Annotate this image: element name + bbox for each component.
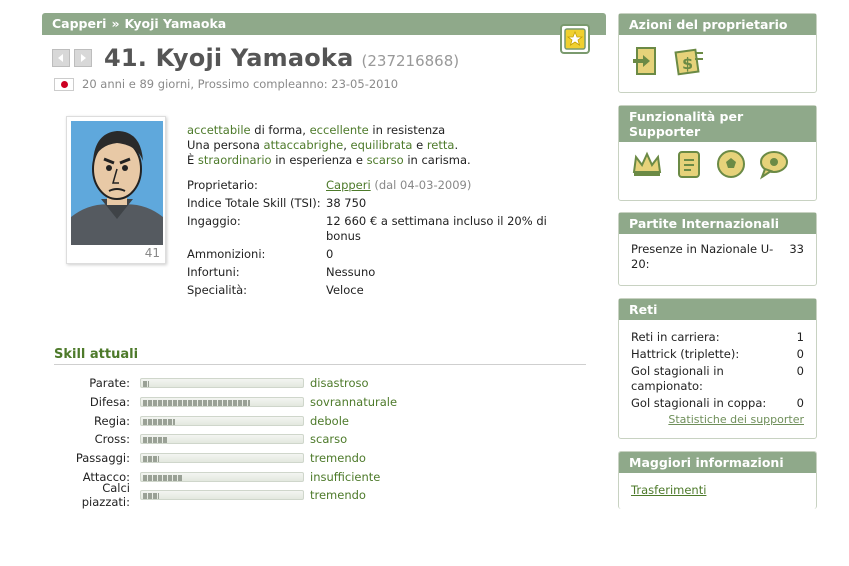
transfers-link[interactable]: Trasferimenti — [631, 483, 706, 497]
owner-actions-title: Azioni del proprietario — [619, 14, 816, 35]
skill-level[interactable]: disastroso — [310, 376, 369, 390]
supporter-panel: Funzionalità per Supporter — [618, 105, 817, 201]
skill-row-passing: Passaggi: tremendo — [75, 451, 366, 465]
skill-row-set-pieces: Calci piazzati: tremendo — [81, 481, 366, 509]
goals-row: Reti in carriera: 1 — [631, 330, 804, 344]
goals-title: Reti — [619, 299, 816, 320]
specialty-row: Specialità: Veloce — [187, 283, 364, 297]
personality-line: Una persona attaccabrighe, equilibrata e… — [187, 138, 459, 152]
wage-row: Ingaggio: 12 660 € a settimana incluso i… — [187, 214, 547, 243]
skill-row-defending: Difesa: sovrannaturale — [89, 395, 398, 409]
skill-bar — [140, 490, 304, 500]
international-title: Partite Internazionali — [619, 213, 816, 234]
arrow-left-icon — [58, 54, 63, 62]
skill-level[interactable]: scarso — [310, 432, 347, 446]
star-bookmark-icon[interactable] — [560, 24, 590, 54]
breadcrumb-separator: » — [111, 16, 120, 31]
skill-row-winger: Cross: scarso — [94, 432, 348, 446]
breadcrumb-team-link[interactable]: Capperi — [52, 16, 106, 31]
skill-level[interactable]: tremendo — [310, 488, 366, 502]
skill-bar — [140, 397, 304, 407]
caps-row: Presenze in Nazionale U-20: 33 — [631, 242, 804, 271]
breadcrumb-player: Kyoji Yamaoka — [124, 16, 227, 31]
skill-row-playmaking: Regia: debole — [94, 414, 349, 428]
skill-bar-fill — [143, 493, 159, 499]
breadcrumb: Capperi » Kyoji Yamaoka — [42, 13, 606, 35]
owner-link[interactable]: Capperi — [326, 178, 371, 192]
skill-bar — [140, 434, 304, 444]
skill-row-keeper: Parate: disastroso — [89, 376, 369, 390]
skill-bar — [140, 453, 304, 463]
more-info-title: Maggiori informazioni — [619, 452, 816, 473]
japan-flag-icon — [54, 77, 74, 91]
skills-title: Skill attuali — [54, 347, 139, 362]
injury-row: Infortuni: Nessuno — [187, 265, 376, 279]
skill-level[interactable]: insufficiente — [310, 470, 380, 484]
age-info: 20 anni e 89 giorni, Prossimo compleanno… — [54, 77, 398, 91]
goals-row: Gol stagionali in campionato: 0 — [631, 364, 804, 393]
crown-icon[interactable] — [631, 148, 663, 180]
skill-bar-fill — [143, 419, 175, 425]
exit-door-icon[interactable] — [631, 45, 663, 77]
cards-row: Ammonizioni: 0 — [187, 247, 334, 261]
skill-level[interactable]: tremendo — [310, 451, 366, 465]
skill-level[interactable]: sovrannaturale — [310, 395, 397, 409]
skill-level[interactable]: debole — [310, 414, 349, 428]
skill-bar — [140, 472, 304, 482]
arrow-right-icon — [81, 54, 86, 62]
divider — [54, 364, 586, 365]
notes-icon[interactable] — [673, 148, 705, 180]
next-player-button[interactable] — [74, 49, 92, 67]
skill-bar-fill — [143, 437, 168, 443]
international-panel: Partite Internazionali Presenze in Nazio… — [618, 212, 817, 286]
shirt-number: 41 — [144, 246, 160, 260]
form-stamina-line: accettabile di forma, eccellente in resi… — [187, 123, 446, 137]
svg-text:$: $ — [682, 54, 693, 73]
skill-bar-fill — [143, 381, 149, 387]
player-title-row: 41. Kyoji Yamaoka (237216868) — [52, 44, 459, 72]
goals-row: Hattrick (triplette): 0 — [631, 347, 804, 361]
owner-actions-panel: Azioni del proprietario $ — [618, 13, 817, 93]
more-info-panel: Maggiori informazioni Trasferimenti — [618, 451, 817, 509]
skill-bar-fill — [143, 400, 250, 406]
skill-bar-fill — [143, 475, 183, 481]
player-description: accettabile di forma, eccellente in resi… — [187, 123, 471, 168]
tsi-row: Indice Totale Skill (TSI): 38 750 — [187, 196, 367, 210]
goals-row: Gol stagionali in coppa: 0 — [631, 396, 804, 410]
supporter-stats-link[interactable]: Statistiche dei supporter — [631, 413, 804, 426]
experience-line: È straordinario in esperienza e scarso i… — [187, 153, 471, 167]
supporter-title: Funzionalità per Supporter — [619, 106, 816, 142]
money-transfer-icon[interactable]: $ — [673, 45, 705, 77]
page-title: 41. Kyoji Yamaoka — [104, 44, 354, 72]
age-text: 20 anni e 89 giorni, Prossimo compleanno… — [82, 77, 399, 91]
chat-bubble-icon[interactable] — [757, 148, 789, 180]
owner-row: Proprietario: Capperi (dal 04-03-2009) — [187, 178, 472, 192]
skill-bar-fill — [143, 456, 159, 462]
player-id: (237216868) — [361, 52, 460, 70]
player-info-table: Proprietario: Capperi (dal 04-03-2009) I… — [187, 178, 556, 301]
skill-bar — [140, 378, 304, 388]
caps-value: 33 — [789, 242, 804, 256]
skill-bar — [140, 416, 304, 426]
goals-panel: Reti Reti in carriera: 1 Hattrick (tripl… — [618, 298, 817, 439]
previous-player-button[interactable] — [52, 49, 70, 67]
ball-icon[interactable] — [715, 148, 747, 180]
player-avatar: 41 — [66, 116, 166, 264]
